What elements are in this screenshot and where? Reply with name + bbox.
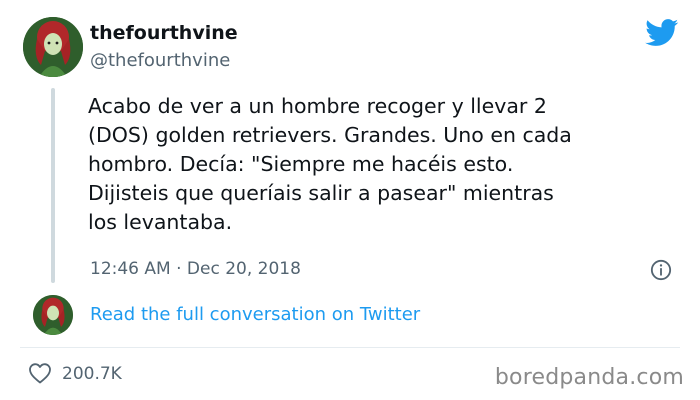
- like-count: 200.7K: [62, 364, 122, 384]
- tweet-timestamp[interactable]: 12:46 AM · Dec 20, 2018: [90, 259, 301, 279]
- divider: [20, 347, 680, 348]
- author-display-name[interactable]: thefourthvine: [90, 22, 238, 44]
- heart-icon[interactable]: [28, 362, 52, 384]
- read-conversation-link[interactable]: Read the full conversation on Twitter: [90, 304, 420, 325]
- meta-separator: ·: [176, 259, 182, 279]
- tweet-time[interactable]: 12:46 AM: [90, 259, 171, 279]
- thread-line: [51, 88, 55, 283]
- tweet-text: Acabo de ver a un hombre recoger y lleva…: [88, 94, 572, 234]
- info-icon[interactable]: [650, 259, 672, 281]
- tweet-date[interactable]: Dec 20, 2018: [187, 259, 301, 279]
- conversation-avatar[interactable]: [33, 295, 73, 335]
- author-avatar[interactable]: [23, 17, 83, 77]
- twitter-bird-icon[interactable]: [645, 19, 679, 47]
- watermark: boredpanda.com: [494, 365, 684, 390]
- author-handle[interactable]: @thefourthvine: [90, 50, 230, 71]
